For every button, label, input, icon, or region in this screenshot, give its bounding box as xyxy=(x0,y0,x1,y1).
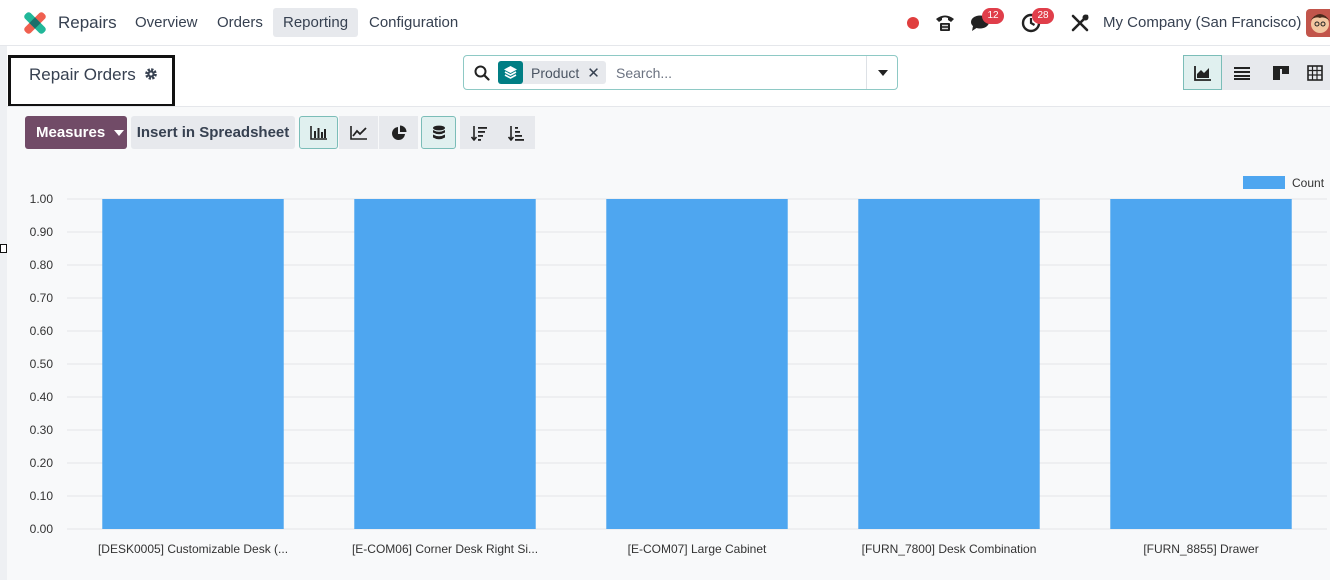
y-tick-label: 0.90 xyxy=(30,225,54,239)
page-title: Repair Orders xyxy=(29,65,136,84)
bar xyxy=(1110,199,1292,529)
search-input[interactable] xyxy=(616,62,861,84)
y-tick-label: 0.30 xyxy=(30,423,54,437)
caret-down-icon xyxy=(114,129,125,136)
measures-button[interactable]: Measures xyxy=(25,116,127,149)
line-chart-button[interactable] xyxy=(339,116,378,149)
graph-view-button[interactable] xyxy=(1183,55,1222,90)
messages-count-badge: 12 xyxy=(982,8,1004,24)
x-tick-label: [FURN_8855] Drawer xyxy=(1143,542,1258,556)
legend-swatch xyxy=(1243,176,1285,189)
list-view-button[interactable] xyxy=(1222,55,1261,90)
facet-label: Product xyxy=(531,64,580,81)
tools-icon[interactable] xyxy=(1067,10,1093,36)
bar xyxy=(102,199,284,529)
breadcrumb: Repair Orders xyxy=(8,55,175,107)
user-avatar[interactable] xyxy=(1306,9,1330,37)
pivot-view-button[interactable] xyxy=(1300,55,1330,90)
company-switcher[interactable]: My Company (San Francisco) xyxy=(1103,14,1301,31)
y-tick-label: 0.20 xyxy=(30,456,54,470)
menu-reporting[interactable]: Reporting xyxy=(273,8,359,37)
table-grid-icon xyxy=(1307,64,1323,81)
search-icon xyxy=(474,65,490,81)
list-icon xyxy=(1233,66,1250,80)
menu-orders[interactable]: Orders xyxy=(207,8,273,37)
facet-remove-icon[interactable]: ✕ xyxy=(587,64,606,82)
sort-ascending-icon xyxy=(508,125,524,141)
measures-label: Measures xyxy=(36,124,106,141)
x-tick-label: [E-COM07] Large Cabinet xyxy=(628,542,767,556)
messages-icon[interactable]: 12 xyxy=(968,8,1004,36)
sort-ascending-button[interactable] xyxy=(497,116,535,149)
repairs-app-logo-icon[interactable] xyxy=(22,11,48,35)
kanban-icon xyxy=(1272,65,1289,80)
x-tick-label: [E-COM06] Corner Desk Right Si... xyxy=(352,542,538,556)
bar-chart-icon xyxy=(309,125,327,140)
database-stack-icon xyxy=(432,125,445,139)
y-tick-label: 0.60 xyxy=(30,324,54,338)
y-tick-label: 0.10 xyxy=(30,489,54,503)
y-tick-label: 1.00 xyxy=(30,192,54,206)
status-dot-icon[interactable] xyxy=(900,10,926,36)
menu-configuration[interactable]: Configuration xyxy=(359,8,468,37)
search-options-toggle[interactable] xyxy=(866,56,898,89)
top-navbar: Repairs Overview Orders Reporting Config… xyxy=(0,0,1330,46)
phone-icon[interactable] xyxy=(932,10,958,36)
layers-icon xyxy=(498,61,523,84)
sort-descending-button[interactable] xyxy=(460,116,497,149)
line-chart-icon xyxy=(349,125,367,140)
gear-icon[interactable] xyxy=(144,67,158,81)
activities-count-badge: 28 xyxy=(1032,8,1054,24)
pie-chart-icon xyxy=(391,125,406,140)
activities-clock-icon[interactable]: 28 xyxy=(1018,8,1054,36)
y-tick-label: 0.00 xyxy=(30,522,54,536)
resize-handle[interactable] xyxy=(0,244,7,253)
menu-overview[interactable]: Overview xyxy=(125,8,208,37)
legend-label: Count xyxy=(1292,176,1325,190)
search-bar: Product ✕ xyxy=(463,55,898,90)
bar xyxy=(858,199,1040,529)
y-tick-label: 0.40 xyxy=(30,390,54,404)
bar-chart: 0.00 0.10 0.20 0.30 0.40 0.50 0.60 0.70 0.80 0.90… xyxy=(30,176,1327,556)
area-chart-icon xyxy=(1193,65,1211,81)
search-facet-groupby: Product ✕ xyxy=(498,61,606,84)
y-tick-label: 0.50 xyxy=(30,357,54,371)
bar xyxy=(606,199,788,529)
insert-in-spreadsheet-button[interactable]: Insert in Spreadsheet xyxy=(131,116,295,149)
y-tick-label: 0.70 xyxy=(30,291,54,305)
bar xyxy=(354,199,536,529)
kanban-view-button[interactable] xyxy=(1261,55,1300,90)
stacked-toggle-button[interactable] xyxy=(421,116,456,149)
caret-down-icon xyxy=(877,69,888,76)
left-edge-strip xyxy=(0,46,7,580)
x-tick-label: [DESK0005] Customizable Desk (... xyxy=(98,542,288,556)
app-name[interactable]: Repairs xyxy=(58,13,117,33)
bar-chart-button[interactable] xyxy=(299,116,338,149)
pie-chart-button[interactable] xyxy=(379,116,418,149)
sort-descending-icon xyxy=(470,125,487,141)
y-tick-label: 0.80 xyxy=(30,258,54,272)
x-tick-label: [FURN_7800] Desk Combination xyxy=(862,542,1037,556)
